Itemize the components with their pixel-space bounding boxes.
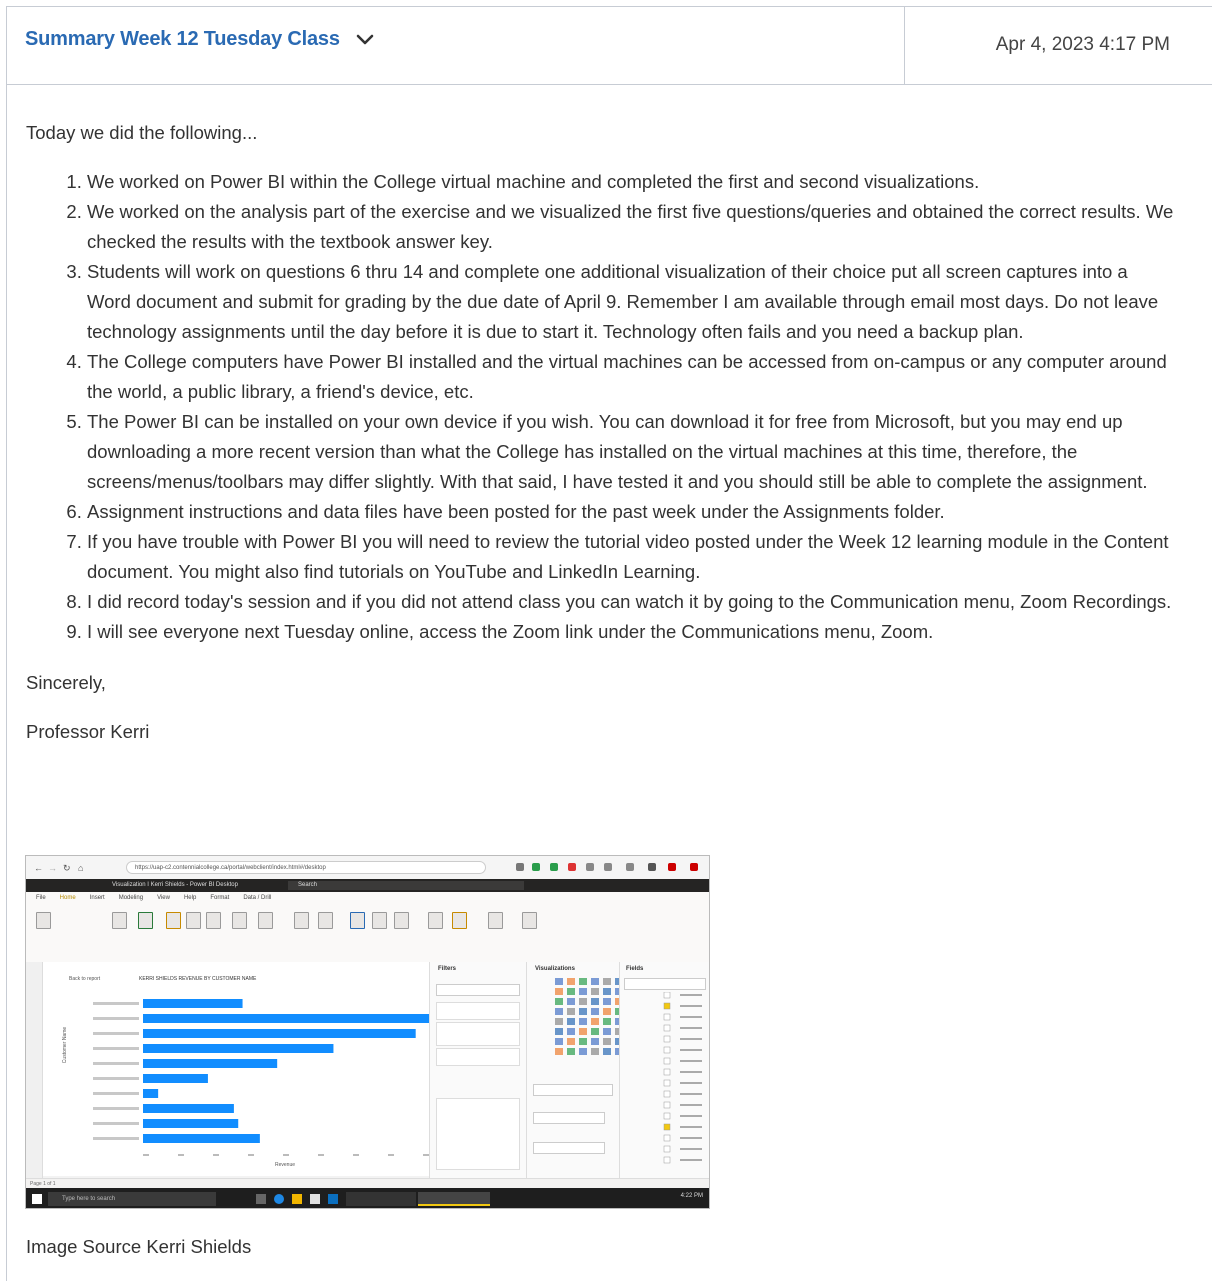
visualizations-pane: Visualizations <box>526 962 619 1178</box>
intro-text: Today we did the following... <box>26 122 258 143</box>
fields-pane: Fields <box>619 962 709 1178</box>
list-item: I will see everyone next Tuesday online,… <box>87 617 1176 647</box>
powerbi-titlebar: Visualization I Kerri Shields - Power BI… <box>26 879 709 892</box>
bar <box>143 1044 334 1053</box>
x-axis-label: Revenue <box>275 1162 296 1168</box>
powerbi-screenshot-image: ← → ↻ ⌂ https://uap-c2.contennialcollege… <box>25 855 710 1209</box>
list-item: The Power BI can be installed on your ow… <box>87 407 1176 497</box>
y-axis-label: Customer Name <box>62 1026 69 1064</box>
svg-text:↻: ↻ <box>63 863 71 873</box>
filters-label: Filters <box>438 966 457 972</box>
chevron-down-icon[interactable] <box>354 29 376 51</box>
post-header: Summary Week 12 Tuesday Class Apr 4, 202… <box>6 6 1212 85</box>
browser-toolbar: ← → ↻ ⌂ https://uap-c2.contennialcollege… <box>26 856 709 880</box>
bar-chart <box>93 999 433 1156</box>
bar <box>143 1014 433 1023</box>
bar <box>143 1089 159 1098</box>
address-bar: https://uap-c2.contennialcollege.ca/port… <box>126 861 486 874</box>
page-indicator: Page 1 of 1 <box>26 1178 709 1188</box>
post-date: Apr 4, 2023 4:17 PM <box>995 34 1170 55</box>
list-item: The College computers have Power BI inst… <box>87 347 1176 407</box>
taskbar-search: Type here to search <box>48 1192 216 1206</box>
post-body: Today we did the following... We worked … <box>26 118 1176 747</box>
windows-taskbar: Type here to search 4:22 PM <box>26 1188 709 1208</box>
bar <box>143 1134 260 1143</box>
title-toggle[interactable]: Summary Week 12 Tuesday Class <box>25 28 376 51</box>
image-source-caption: Image Source Kerri Shields <box>26 1236 252 1257</box>
list-item: We worked on the analysis part of the ex… <box>87 197 1176 257</box>
list-item: If you have trouble with Power BI you wi… <box>87 527 1176 587</box>
visualizations-label: Visualizations <box>535 966 575 972</box>
view-sidebar <box>26 962 43 1188</box>
list-item: Students will work on questions 6 thru 1… <box>87 257 1176 347</box>
signature-text: Professor Kerri <box>26 721 150 742</box>
list-item: We worked on Power BI within the College… <box>87 167 1176 197</box>
svg-text:→: → <box>48 863 57 873</box>
closing-text: Sincerely, <box>26 672 106 693</box>
bar <box>143 999 243 1008</box>
bar <box>143 1119 239 1128</box>
post-title[interactable]: Summary Week 12 Tuesday Class <box>25 28 340 51</box>
filters-pane: Filters <box>429 962 526 1178</box>
pb-search: Search <box>288 881 524 890</box>
list-item: Assignment instructions and data files h… <box>87 497 1176 527</box>
summary-list: We worked on Power BI within the College… <box>26 167 1176 647</box>
list-item: I did record today's session and if you … <box>87 587 1176 617</box>
header-divider <box>904 6 905 84</box>
report-canvas: Back to report KERRI SHIELDS REVENUE BY … <box>43 962 438 1176</box>
fields-label: Fields <box>626 966 644 972</box>
svg-text:⌂: ⌂ <box>78 863 83 873</box>
bar <box>143 1059 278 1068</box>
svg-text:←: ← <box>34 863 43 873</box>
window-title: Visualization I Kerri Shields - Power BI… <box>112 882 238 888</box>
bar <box>143 1104 234 1113</box>
bar <box>143 1029 416 1038</box>
bar <box>143 1074 208 1083</box>
powerbi-ribbon: File Home Insert Modeling View Help Form… <box>26 892 709 963</box>
ribbon-tabs: File Home Insert Modeling View Help Form… <box>36 895 272 901</box>
taskbar-clock: 4:22 PM <box>680 1193 703 1199</box>
